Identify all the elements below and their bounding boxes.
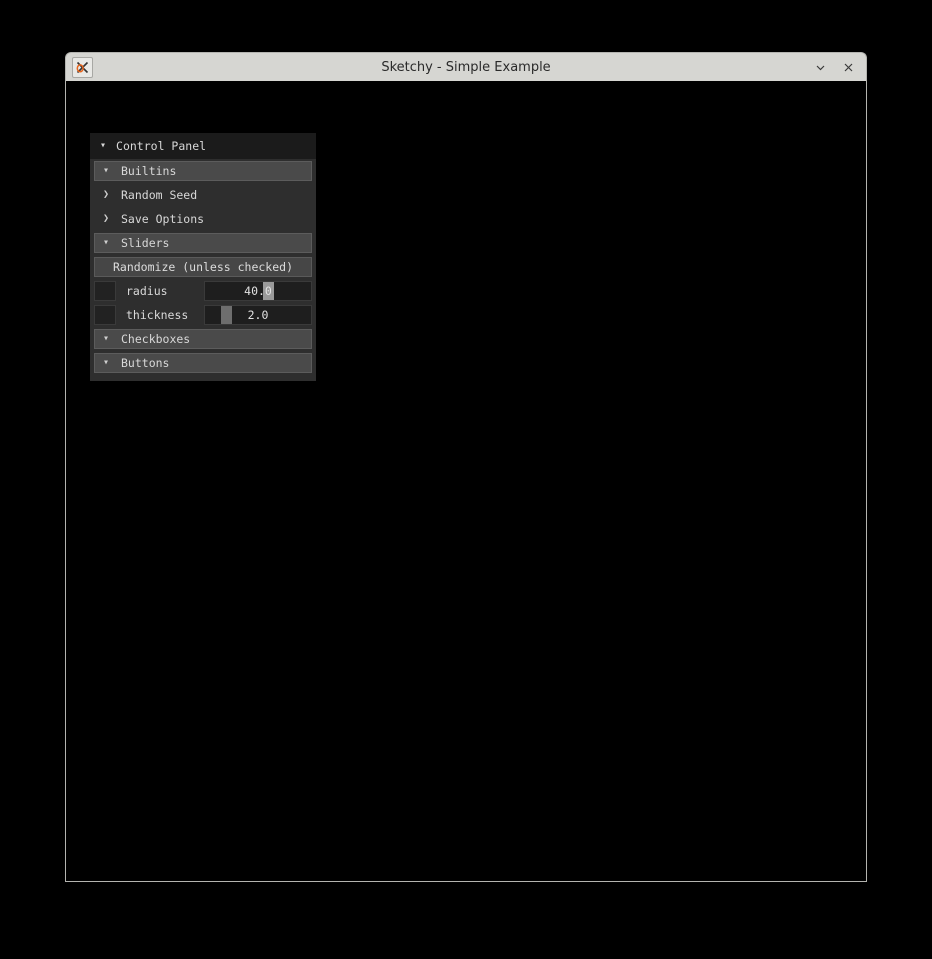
slider-track-radius[interactable]: 40.0 (204, 281, 312, 301)
tree-section-label: Random Seed (121, 188, 198, 202)
button-randomize-unless-checked[interactable]: Randomize (unless checked) (94, 257, 312, 277)
tree-section-buttons[interactable]: ▾ Buttons (94, 353, 312, 373)
tree-section-label: Save Options (121, 212, 205, 226)
tree-section-label: Builtins (121, 164, 177, 178)
tree-section-save-options[interactable]: ❯ Save Options (94, 209, 312, 229)
tree-section-label: Checkboxes (121, 332, 191, 346)
chevron-down-icon: ▾ (103, 333, 110, 344)
x-logo-icon (72, 56, 93, 78)
tree-section-label: Buttons (121, 356, 170, 370)
slider-value-thickness: 2.0 (247, 308, 269, 322)
chevron-down-icon (816, 65, 824, 70)
tree-section-checkboxes[interactable]: ▾ Checkboxes (94, 329, 312, 349)
control-panel: ▾ Control Panel ▾ Builtins ❯ Random Seed ❯ Sa… (90, 133, 316, 381)
slider-track-thickness[interactable]: 2.0 (204, 305, 312, 325)
chevron-right-icon: ❯ (103, 213, 110, 224)
checkbox-radius[interactable] (94, 281, 116, 301)
chevron-down-icon: ▾ (103, 237, 110, 248)
tree-section-sliders[interactable]: ▾ Sliders (94, 233, 312, 253)
button-label: Randomize (unless checked) (112, 260, 293, 274)
chevron-down-icon: ▾ (103, 165, 110, 176)
control-panel-body: ▾ Builtins ❯ Random Seed ❯ Save Options ▾ Slide… (90, 159, 316, 373)
tree-section-label: Sliders (121, 236, 170, 250)
slider-row-thickness: thickness 2.0 (94, 305, 312, 325)
control-panel-title: Control Panel (116, 139, 207, 153)
chevron-right-icon: ❯ (103, 189, 110, 200)
control-panel-header[interactable]: ▾ Control Panel (90, 133, 316, 159)
chevron-down-icon: ▾ (100, 140, 107, 151)
window-controls (812, 59, 856, 75)
tree-section-builtins[interactable]: ▾ Builtins (94, 161, 312, 181)
application-window: Sketchy - Simple Example ▾ Control Panel… (65, 52, 867, 882)
window-titlebar[interactable]: Sketchy - Simple Example (65, 52, 867, 81)
canvas-area[interactable]: ▾ Control Panel ▾ Builtins ❯ Random Seed ❯ Sa… (65, 81, 867, 882)
checkbox-thickness[interactable] (94, 305, 116, 325)
minimize-button[interactable] (812, 59, 828, 75)
chevron-down-icon: ▾ (103, 357, 110, 368)
slider-value-radius: 40.0 (244, 284, 272, 298)
slider-label-radius: radius (116, 281, 204, 301)
close-button[interactable] (840, 59, 856, 75)
slider-row-radius: radius 40.0 (94, 281, 312, 301)
slider-label-thickness: thickness (116, 305, 204, 325)
close-icon (844, 63, 852, 71)
window-title: Sketchy - Simple Example (381, 59, 551, 75)
tree-section-random-seed[interactable]: ❯ Random Seed (94, 185, 312, 205)
